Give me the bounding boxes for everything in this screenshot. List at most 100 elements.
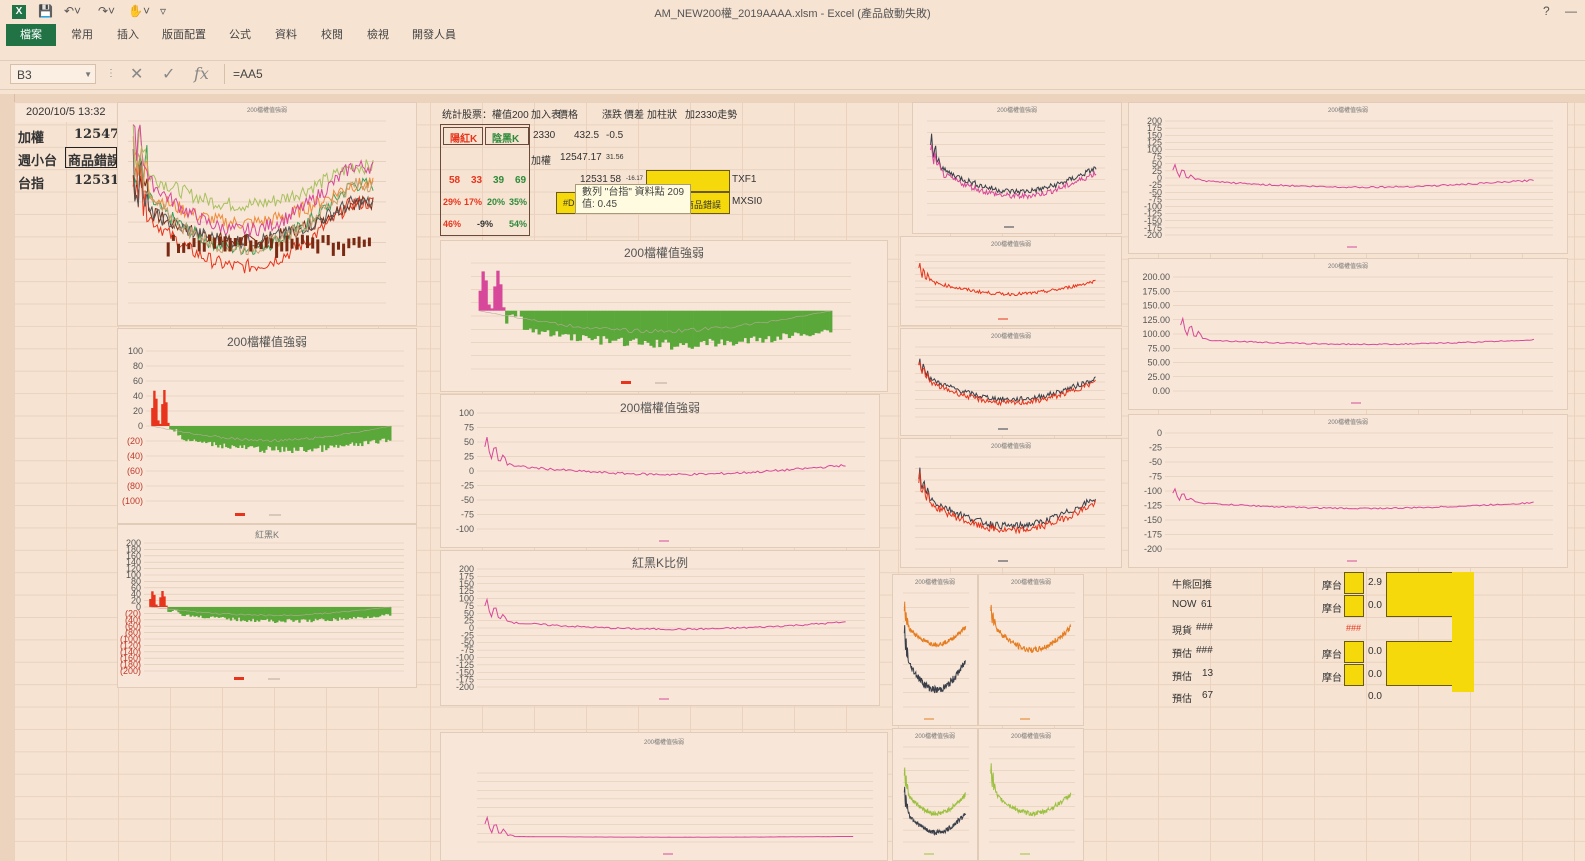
mtx-cell-1[interactable]: [1344, 595, 1364, 617]
tab-insert[interactable]: 插入: [110, 24, 146, 46]
small-chart-3[interactable]: 200檔權值強弱: [892, 728, 978, 861]
area-bar: [235, 607, 239, 622]
redblack-ratio-chart[interactable]: 200 175 150 125 100 75 50 25 0 -25 -50 -75 -100 -125-…: [440, 550, 880, 706]
area-bar: [522, 310, 527, 330]
area-bar: [617, 310, 621, 339]
area-bar: [787, 310, 792, 339]
black-k-box[interactable]: 陰黑K: [485, 127, 529, 145]
mtx-cell-4[interactable]: [1344, 664, 1364, 686]
area-bar: [382, 607, 386, 616]
series-line: [903, 767, 966, 817]
area-bar: [667, 310, 671, 343]
enter-icon[interactable]: ✓: [162, 64, 175, 84]
series-line: [903, 601, 967, 648]
minimize-icon[interactable]: —: [1565, 4, 1577, 18]
small-chart-4[interactable]: 200檔權值強弱: [978, 728, 1084, 861]
area-bar: [634, 310, 638, 339]
mtx-cell-0[interactable]: [1344, 572, 1364, 594]
weekly-mini-cell[interactable]: 商品錯誤: [65, 147, 117, 168]
chart-title: 200檔權值強弱: [990, 444, 1031, 450]
area-bar: [499, 284, 503, 311]
area-bar: [637, 310, 641, 345]
name-box-dropdown-icon[interactable]: ▼: [84, 65, 92, 85]
strength-area-chart-2[interactable]: 200檔權值強弱: [440, 240, 888, 392]
row-headers[interactable]: [0, 94, 15, 861]
count-2: 33: [471, 175, 483, 186]
chart-svg: 2001751501251007550250-25-50-75-100-125-…: [456, 564, 865, 700]
area-bar: [490, 308, 494, 311]
tab-home[interactable]: 常用: [64, 24, 100, 46]
area-bar: [567, 310, 571, 335]
count-3: 39: [493, 175, 505, 186]
y-tick-label: 100.00: [1142, 329, 1170, 339]
series-line: [1180, 316, 1535, 346]
label-3: 預估: [1172, 649, 1192, 660]
area-bar: [643, 310, 647, 341]
help-icon[interactable]: ?: [1543, 4, 1550, 18]
tab-formulas[interactable]: 公式: [222, 24, 258, 46]
mtx-val-1: 0.0: [1368, 600, 1382, 611]
hash-cell[interactable]: #D: [556, 192, 576, 214]
pct-4: 35%: [509, 197, 528, 207]
multi-line-chart[interactable]: 200檔權值強弱: [117, 102, 417, 326]
area-bar: [764, 310, 768, 340]
area-bar: [581, 310, 585, 336]
small-chart-1[interactable]: 200檔權值強弱: [892, 574, 978, 726]
candle-bar: [331, 242, 335, 256]
chart-svg: [915, 346, 1105, 430]
tab-view[interactable]: 檢視: [360, 24, 396, 46]
col-add: 加入表: [531, 110, 561, 121]
tab-page-layout[interactable]: 版面配置: [156, 24, 212, 46]
datetime-cell[interactable]: 2020/10/5 13:32: [16, 104, 116, 122]
red-k-box[interactable]: 陽紅K: [443, 127, 483, 145]
tab-file[interactable]: 檔案: [6, 24, 56, 46]
tab-developer[interactable]: 開發人員: [406, 24, 462, 46]
mtx-val-3: 0.0: [1368, 646, 1382, 657]
y-tick-label: -25: [1149, 443, 1162, 453]
area-bar: [770, 310, 774, 343]
chart-title: 200檔權值強弱: [1327, 108, 1368, 114]
area-bar: [165, 605, 168, 607]
right-chart-2[interactable]: 200.00 175.00 150.00 125.00 100.00 75.00 50.00…: [1128, 258, 1568, 410]
area-bar: [726, 310, 730, 341]
bottom-strength-chart[interactable]: 200檔權值強弱: [440, 732, 888, 861]
area-bar: [614, 310, 618, 341]
insert-function-icon[interactable]: fx: [194, 64, 209, 83]
cancel-icon[interactable]: ✕: [130, 64, 143, 84]
area-bar: [276, 607, 279, 623]
y-tick-label: -150: [1144, 515, 1162, 525]
mini-chart-2[interactable]: 200檔權值強弱: [900, 236, 1122, 326]
formula-input[interactable]: =AA5: [224, 64, 1585, 84]
candle-bar: [244, 235, 248, 246]
series-line: [484, 815, 854, 838]
area-bar: [584, 310, 588, 337]
col-change: 漲跌: [602, 110, 622, 121]
stats-table: 统計股票：權值200 加入表 價格 漲跌 價差 加柱狀 加2330走勢 陽紅K …: [440, 104, 762, 236]
area-bar: [511, 310, 515, 315]
right-chart-3[interactable]: 0 -25 -50 -75 -100 -125 -150 -175 -200 200檔權值強弱: [1128, 414, 1568, 568]
mini-chart-3[interactable]: 200檔權值強弱: [900, 328, 1122, 436]
strength-line-chart[interactable]: 100 75 50 25 0 -25 -50 -75 -100 200檔權值強弱: [440, 394, 880, 548]
value-1: 61: [1201, 599, 1213, 610]
area-bar: [288, 607, 291, 619]
strength-area-chart[interactable]: 100 80 60 40 20 0 (20) (40) (60) (80) (100) 200檔權值…: [117, 328, 417, 524]
area-bar: [678, 310, 683, 344]
tab-review[interactable]: 校閱: [314, 24, 350, 46]
contract-txf: TXF1: [732, 174, 757, 185]
small-chart-2[interactable]: 200檔權值強弱: [978, 574, 1084, 726]
area-bar: [508, 310, 512, 316]
series-line: [132, 124, 374, 212]
redblack-k-chart[interactable]: 200 180 160 140 120 100 80 60 40 20 0 (20) (40) (60)(…: [117, 524, 417, 688]
mini-chart-1[interactable]: 200檔權值強弱: [912, 102, 1122, 234]
candle-bar: [357, 236, 361, 248]
chart-svg: 200.00 175.00 150.00 125.00 100.00 75.00 50.00…: [1142, 272, 1553, 404]
area-bar: [596, 310, 600, 337]
right-chart-1[interactable]: 200 175 150 125 100 75 50 25 0 -25 -50 -75 -100 -125-…: [1128, 102, 1568, 254]
red-k-label: 陽紅K: [450, 134, 478, 145]
tab-data[interactable]: 資料: [268, 24, 304, 46]
mini-chart-4[interactable]: 200檔權值強弱: [900, 438, 1122, 568]
name-box[interactable]: B3 ▼: [10, 64, 96, 84]
area-bar: [776, 310, 780, 337]
mtx-cell-3[interactable]: [1344, 641, 1364, 663]
area-bar: [817, 310, 821, 334]
